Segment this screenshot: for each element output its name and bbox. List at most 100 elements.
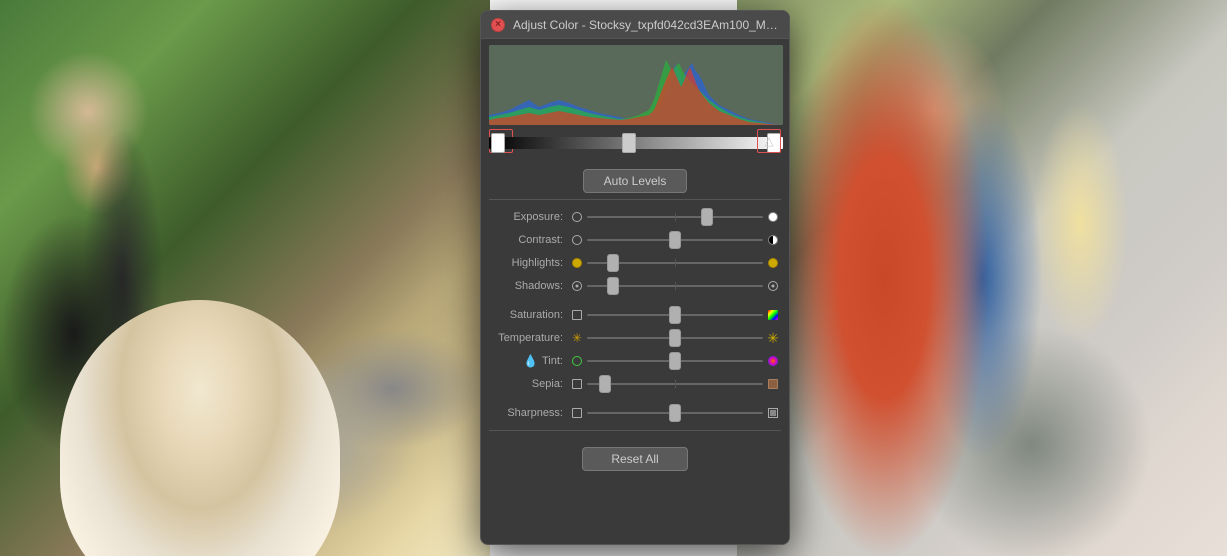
shadows-icon-left bbox=[569, 278, 585, 294]
separator-1 bbox=[489, 199, 781, 200]
exposure-track[interactable] bbox=[587, 216, 763, 218]
saturation-icon-left bbox=[569, 307, 585, 323]
sepia-label: Sepia: bbox=[489, 378, 569, 390]
exposure-label: Exposure: bbox=[489, 211, 569, 223]
tint-icon-right bbox=[765, 353, 781, 369]
highlights-track[interactable] bbox=[587, 262, 763, 264]
contrast-thumb[interactable] bbox=[669, 231, 681, 249]
shadows-track-container[interactable] bbox=[587, 279, 763, 293]
title-bar: Adjust Color - Stocksy_txpfd042cd3EAm100… bbox=[481, 11, 789, 39]
highlights-row: Highlights: bbox=[489, 252, 781, 274]
contrast-label: Contrast: bbox=[489, 234, 569, 246]
sharpness-thumb[interactable] bbox=[669, 404, 681, 422]
tint-track[interactable] bbox=[587, 360, 763, 362]
sharpness-track[interactable] bbox=[587, 412, 763, 414]
close-button[interactable] bbox=[491, 18, 505, 32]
tint-thumb[interactable] bbox=[669, 352, 681, 370]
temperature-label: Temperature: bbox=[489, 332, 569, 344]
saturation-thumb[interactable] bbox=[669, 306, 681, 324]
auto-levels-button[interactable]: Auto Levels bbox=[583, 169, 688, 193]
temperature-max-icon: ✳ bbox=[767, 330, 779, 347]
eyedropper-icon[interactable]: 💧 bbox=[523, 354, 538, 368]
shadows-min-icon bbox=[572, 281, 582, 291]
exposure-max-icon bbox=[768, 212, 778, 222]
levels-row: △ △ bbox=[481, 125, 789, 161]
temperature-track[interactable] bbox=[587, 337, 763, 339]
level-handle-mid[interactable] bbox=[622, 133, 636, 153]
highlights-icon-right bbox=[765, 255, 781, 271]
contrast-track-container[interactable] bbox=[587, 233, 763, 247]
reset-all-button[interactable]: Reset All bbox=[582, 447, 687, 471]
exposure-icon-left bbox=[569, 209, 585, 225]
highlights-min-icon bbox=[572, 258, 582, 268]
tint-label: 💧 Tint: bbox=[489, 354, 569, 368]
sepia-icon-left bbox=[569, 376, 585, 392]
auto-levels-row: Auto Levels bbox=[481, 161, 789, 199]
saturation-track-container[interactable] bbox=[587, 308, 763, 322]
separator-2 bbox=[489, 430, 781, 431]
sepia-icon-right bbox=[765, 376, 781, 392]
sepia-track-container[interactable] bbox=[587, 377, 763, 391]
exposure-icon-right bbox=[765, 209, 781, 225]
saturation-row: Saturation: bbox=[489, 304, 781, 326]
shadows-max-icon bbox=[768, 281, 778, 291]
temperature-thumb[interactable] bbox=[669, 329, 681, 347]
sepia-max-icon bbox=[768, 379, 778, 389]
shadows-icon-right bbox=[765, 278, 781, 294]
sharpness-icon-left bbox=[569, 405, 585, 421]
level-handle-shadow[interactable] bbox=[491, 133, 505, 153]
histogram-canvas bbox=[489, 45, 783, 125]
shadows-thumb[interactable] bbox=[607, 277, 619, 295]
highlights-thumb[interactable] bbox=[607, 254, 619, 272]
tint-max-icon bbox=[768, 356, 778, 366]
sharpness-max-icon bbox=[768, 408, 778, 418]
sepia-track[interactable] bbox=[587, 383, 763, 385]
sharpness-track-container[interactable] bbox=[587, 406, 763, 420]
histogram-svg bbox=[489, 45, 783, 125]
level-track[interactable] bbox=[489, 137, 783, 149]
tint-row: 💧 Tint: bbox=[489, 350, 781, 372]
saturation-label: Saturation: bbox=[489, 309, 569, 321]
temperature-icon-right: ✳ bbox=[765, 330, 781, 346]
sepia-min-icon bbox=[572, 379, 582, 389]
exposure-thumb[interactable] bbox=[701, 208, 713, 226]
highlights-track-container[interactable] bbox=[587, 256, 763, 270]
contrast-icon-left bbox=[569, 232, 585, 248]
contrast-min-icon bbox=[572, 235, 582, 245]
sliders-section: Exposure: Contrast: bbox=[481, 206, 789, 424]
saturation-min-icon bbox=[572, 310, 582, 320]
sepia-thumb[interactable] bbox=[599, 375, 611, 393]
sharpness-min-icon bbox=[572, 408, 582, 418]
contrast-row: Contrast: bbox=[489, 229, 781, 251]
background-photo-left bbox=[0, 0, 490, 556]
saturation-max-icon bbox=[768, 310, 778, 320]
reset-row: Reset All bbox=[481, 437, 789, 479]
temperature-track-container[interactable] bbox=[587, 331, 763, 345]
contrast-track[interactable] bbox=[587, 239, 763, 241]
level-highlight-icon: △ bbox=[764, 134, 773, 148]
tint-icon-left bbox=[569, 353, 585, 369]
adjust-color-dialog: Adjust Color - Stocksy_txpfd042cd3EAm100… bbox=[480, 10, 790, 545]
contrast-max-icon bbox=[768, 235, 778, 245]
shadows-track[interactable] bbox=[587, 285, 763, 287]
tint-track-container[interactable] bbox=[587, 354, 763, 368]
exposure-min-icon bbox=[572, 212, 582, 222]
contrast-icon-right bbox=[765, 232, 781, 248]
tint-min-icon bbox=[572, 356, 582, 366]
highlights-icon-left bbox=[569, 255, 585, 271]
sharpness-icon-right bbox=[765, 405, 781, 421]
temperature-row: Temperature: ✳ ✳ bbox=[489, 327, 781, 349]
level-box-right[interactable]: △ bbox=[757, 129, 781, 153]
highlights-label: Highlights: bbox=[489, 257, 569, 269]
temperature-min-icon: ✳ bbox=[572, 331, 582, 345]
sepia-row: Sepia: bbox=[489, 373, 781, 395]
shadows-label: Shadows: bbox=[489, 280, 569, 292]
highlights-max-icon bbox=[768, 258, 778, 268]
histogram-container bbox=[481, 39, 789, 125]
shadows-row: Shadows: bbox=[489, 275, 781, 297]
exposure-track-container[interactable] bbox=[587, 210, 763, 224]
sharpness-label: Sharpness: bbox=[489, 407, 569, 419]
background-photo-right bbox=[737, 0, 1227, 556]
saturation-track[interactable] bbox=[587, 314, 763, 316]
exposure-row: Exposure: bbox=[489, 206, 781, 228]
